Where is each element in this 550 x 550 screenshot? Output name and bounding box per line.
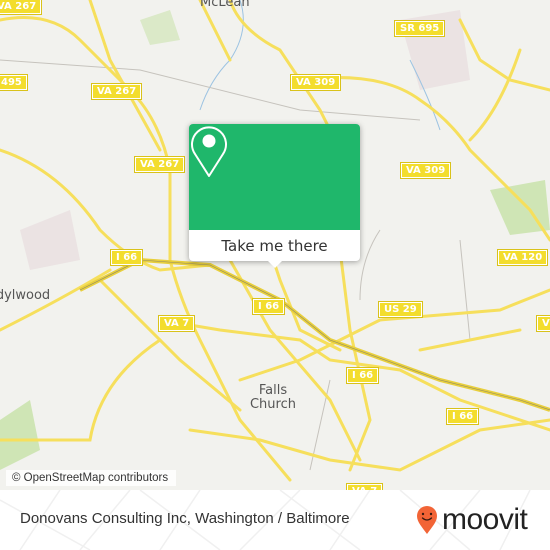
route-shield: VA 267 (133, 156, 186, 173)
route-shield: I 66 (345, 367, 380, 384)
route-shield: I 66 (445, 408, 480, 425)
take-me-there-popup[interactable]: Take me there (189, 124, 360, 268)
route-shield: VA 120 (496, 249, 549, 266)
route-shield: VA 267 (0, 0, 43, 15)
route-shield: SR 695 (393, 20, 446, 37)
place-title: Donovans Consulting Inc, Washington / Ba… (20, 510, 350, 527)
place-label-mclean: McLean (200, 0, 250, 10)
moovit-pin-icon (417, 506, 437, 534)
moovit-logo[interactable]: moovit (416, 503, 528, 536)
residential-area (20, 210, 80, 270)
route-shield: 495 (0, 74, 28, 91)
popup-pointer (267, 260, 283, 268)
park (0, 400, 40, 470)
route-shield: I 66 (251, 298, 286, 315)
park (140, 10, 180, 45)
route-shield: VA 7 (157, 315, 196, 332)
place-label-falls-church: Falls Church (249, 383, 296, 412)
map-attribution[interactable]: © OpenStreetMap contributors (6, 470, 177, 486)
route-shield: VA 267 (90, 83, 143, 100)
map[interactable]: McLean Idylwood Falls Church VA 267 VA 2… (0, 0, 550, 490)
route-shield: I 66 (109, 249, 144, 266)
popup-header[interactable] (189, 124, 360, 230)
route-shield: VA 309 (399, 162, 452, 179)
place-label-idylwood: Idylwood (0, 288, 51, 303)
route-shield: V (536, 315, 550, 332)
take-me-there-button[interactable]: Take me there (189, 230, 360, 261)
map-pin-icon (191, 126, 227, 177)
footer: Donovans Consulting Inc, Washington / Ba… (0, 490, 550, 550)
route-shield: VA 309 (289, 74, 342, 91)
moovit-logo-text: moovit (442, 503, 528, 536)
route-shield: US 29 (378, 301, 423, 318)
